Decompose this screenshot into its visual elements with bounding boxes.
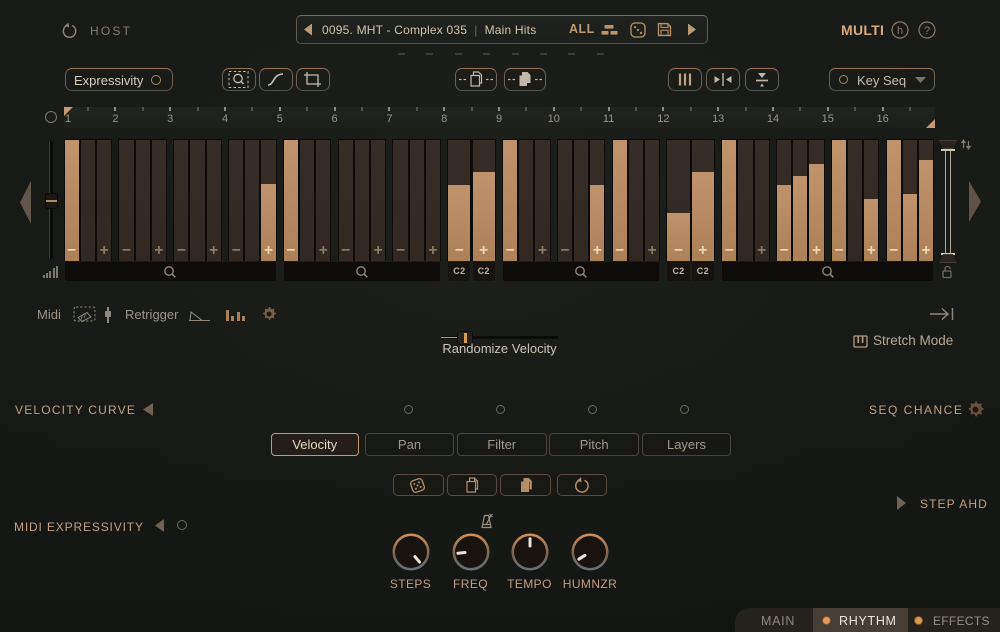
svg-text:?: ? xyxy=(924,25,930,37)
svg-text:h: h xyxy=(897,25,903,37)
